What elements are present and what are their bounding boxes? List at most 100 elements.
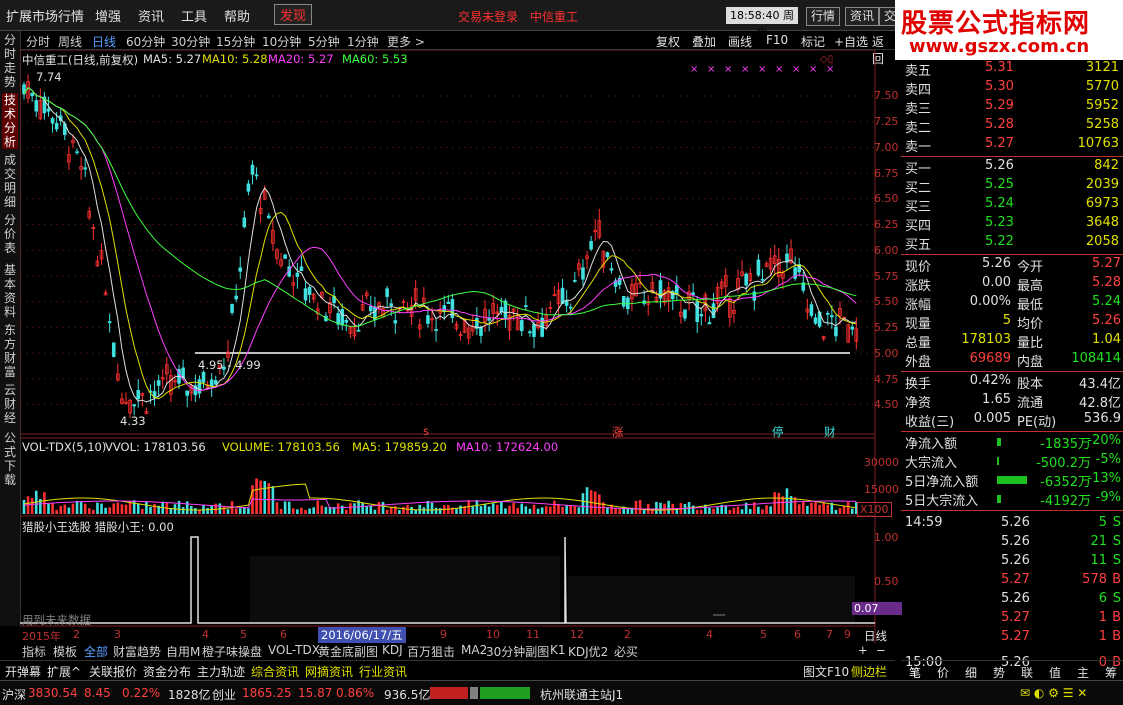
- add-watchlist-button[interactable]: +自选: [834, 33, 868, 50]
- bid-row[interactable]: 买一 5.26 842: [901, 158, 1123, 177]
- vtab-eastmoney[interactable]: 东方财富: [2, 323, 18, 379]
- tab-must-buy[interactable]: 必买: [614, 643, 638, 660]
- tab-indicator[interactable]: 指标: [22, 643, 46, 660]
- tick-direction: S: [1112, 515, 1121, 530]
- sh-label[interactable]: 沪深: [2, 686, 26, 703]
- tab-kdj[interactable]: KDJ: [382, 643, 403, 657]
- vtab-intraday[interactable]: 分时走势: [2, 33, 18, 89]
- tab-vol-tdx[interactable]: VOL-TDX: [268, 643, 320, 657]
- period-15min[interactable]: 15分钟: [216, 33, 255, 50]
- rtab-price[interactable]: 价: [937, 664, 949, 681]
- tab-custom-m[interactable]: 自用M: [166, 643, 200, 660]
- industry-news-tab[interactable]: 行业资讯: [359, 663, 407, 680]
- tick-row[interactable]: 14:59 5.26 5 S: [901, 515, 1123, 534]
- tick-row[interactable]: 5.27 578 B: [901, 572, 1123, 591]
- cy-label[interactable]: 创业: [212, 686, 236, 703]
- marker-limit-up[interactable]: 涨: [612, 424, 624, 440]
- volume-bar: [483, 503, 487, 514]
- menu-news[interactable]: 资讯: [138, 6, 164, 25]
- period-weekly[interactable]: 周线: [58, 33, 82, 50]
- menu-enhance[interactable]: 增强: [95, 6, 121, 25]
- vtab-formula-download[interactable]: 公式下载: [2, 431, 18, 487]
- rtab-detail[interactable]: 细: [965, 664, 977, 681]
- tab-kdj2[interactable]: KDJ优2: [568, 643, 608, 660]
- status-icons[interactable]: ✉ ◐ ⚙ ☰ ✕: [1020, 686, 1087, 700]
- rtab-main[interactable]: 主: [1077, 664, 1089, 681]
- quote-button[interactable]: 行情: [806, 7, 841, 26]
- tick-row[interactable]: 5.27 1 B: [901, 610, 1123, 629]
- period-intraday[interactable]: 分时: [26, 33, 50, 50]
- ask-row[interactable]: 卖五 5.31 3121: [901, 60, 1123, 79]
- y-tick: 5.25: [874, 321, 899, 334]
- period-1min[interactable]: 1分钟: [347, 33, 379, 50]
- f10-graphic-button[interactable]: 图文F10: [803, 663, 849, 680]
- news-button[interactable]: 资讯: [845, 7, 880, 26]
- ask-volume: 5770: [1085, 79, 1119, 94]
- menu-tools[interactable]: 工具: [181, 6, 207, 25]
- menu-extended-market[interactable]: 扩展市场行情: [6, 6, 84, 25]
- period-more[interactable]: 更多 >: [387, 33, 425, 50]
- vtab-trades[interactable]: 成交明细: [2, 153, 18, 209]
- marker-halt[interactable]: 停: [772, 424, 784, 440]
- rtab-value[interactable]: 值: [1049, 664, 1061, 681]
- period-60min[interactable]: 60分钟: [126, 33, 165, 50]
- period-label[interactable]: 日线: [864, 628, 887, 644]
- tab-orange[interactable]: 橙子味操盘: [202, 643, 262, 660]
- volume-bar: [793, 497, 797, 514]
- ask-row[interactable]: 卖四 5.30 5770: [901, 79, 1123, 98]
- adjust-button[interactable]: 复权: [656, 33, 680, 50]
- draw-button[interactable]: 画线: [728, 33, 752, 50]
- tab-gold-bottom[interactable]: 黄金底副图: [318, 643, 378, 660]
- tick-row[interactable]: 5.26 11 S: [901, 553, 1123, 572]
- menu-discover[interactable]: 发现: [274, 4, 313, 25]
- fund-label: 流通: [1017, 396, 1044, 411]
- period-5min[interactable]: 5分钟: [308, 33, 340, 50]
- main-track-tab[interactable]: 主力轨迹: [197, 663, 245, 680]
- vtab-basic-info[interactable]: 基本资料: [2, 263, 18, 319]
- candle-body: [683, 309, 687, 319]
- vtab-cloud-finance[interactable]: 云财经: [2, 383, 18, 425]
- login-status[interactable]: 交易未登录: [458, 8, 518, 25]
- capital-distribution-tab[interactable]: 资金分布: [143, 663, 191, 680]
- period-daily[interactable]: 日线: [92, 33, 116, 50]
- marker-finance[interactable]: 财: [824, 424, 836, 440]
- f10-button[interactable]: F10: [766, 33, 788, 47]
- marker-s[interactable]: s: [423, 424, 429, 438]
- ask-row[interactable]: 卖二 5.28 5258: [901, 117, 1123, 136]
- expand-button[interactable]: 扩展^: [47, 663, 81, 680]
- general-news-tab[interactable]: 综合资讯: [251, 663, 299, 680]
- tick-row[interactable]: 5.27 1 B: [901, 629, 1123, 648]
- tab-wealth-trend[interactable]: 财富趋势: [113, 643, 161, 660]
- server-name[interactable]: 杭州联通主站J1: [540, 686, 623, 703]
- ask-row[interactable]: 卖一 5.27 10763: [901, 136, 1123, 155]
- tab-template[interactable]: 模板: [53, 643, 77, 660]
- danmu-button[interactable]: 开弹幕: [5, 663, 41, 680]
- menu-help[interactable]: 帮助: [224, 6, 250, 25]
- window-controls-icon[interactable]: ◇▯: [820, 54, 833, 65]
- overlay-button[interactable]: 叠加: [692, 33, 716, 50]
- rtab-trend[interactable]: 势: [993, 664, 1005, 681]
- tick-row[interactable]: 5.26 21 S: [901, 534, 1123, 553]
- tab-k1[interactable]: K1: [550, 643, 566, 657]
- bid-row[interactable]: 买五 5.22 2058: [901, 234, 1123, 253]
- bid-row[interactable]: 买二 5.25 2039: [901, 177, 1123, 196]
- rtab-chips[interactable]: 筹: [1105, 664, 1117, 681]
- period-30min[interactable]: 30分钟: [171, 33, 210, 50]
- web-news-tab[interactable]: 网摘资讯: [305, 663, 353, 680]
- vtab-technical[interactable]: 技术分析: [2, 93, 18, 149]
- tab-all[interactable]: 全部: [84, 643, 108, 660]
- tab-ma2[interactable]: MA2: [461, 643, 487, 657]
- vtab-price-table[interactable]: 分价表: [2, 213, 18, 255]
- chart-canvas[interactable]: × × × × × × × × ×: [20, 50, 895, 643]
- bid-row[interactable]: 买四 5.23 3648: [901, 215, 1123, 234]
- related-quote-tab[interactable]: 关联报价: [89, 663, 137, 680]
- period-10min[interactable]: 10分钟: [262, 33, 301, 50]
- volume-bar: [320, 505, 324, 514]
- tab-sniper[interactable]: 百万狙击: [407, 643, 455, 660]
- tab-30min[interactable]: 30分钟副图: [486, 643, 549, 660]
- mark-button[interactable]: 标记: [801, 33, 825, 50]
- ask-row[interactable]: 卖三 5.29 5952: [901, 98, 1123, 117]
- bid-row[interactable]: 买三 5.24 6973: [901, 196, 1123, 215]
- rtab-related[interactable]: 联: [1021, 664, 1033, 681]
- tick-row[interactable]: 5.26 6 S: [901, 591, 1123, 610]
